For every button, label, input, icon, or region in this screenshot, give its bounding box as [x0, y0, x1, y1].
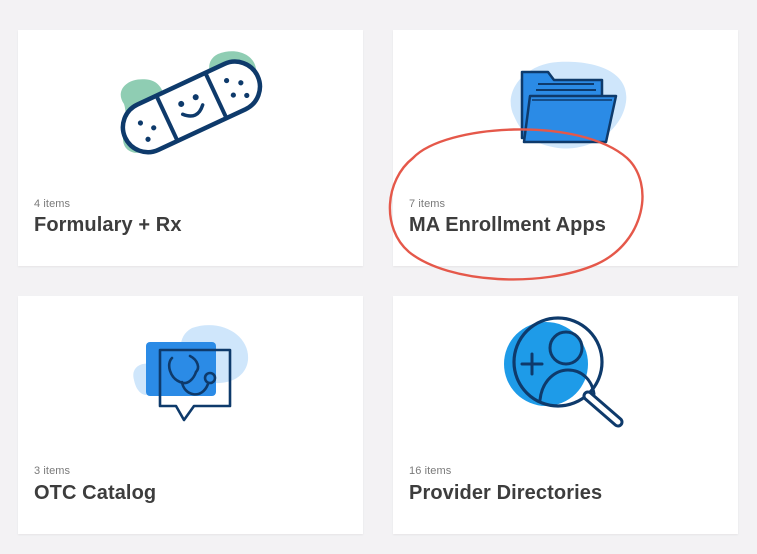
folder-icon	[510, 61, 626, 149]
category-card-formulary[interactable]: 4 items Formulary + Rx	[18, 30, 363, 266]
category-card-otc-catalog[interactable]: 3 items OTC Catalog	[18, 296, 363, 534]
item-count: 4 items	[34, 198, 71, 210]
bandage-icon	[120, 51, 262, 155]
category-card-provider-directories[interactable]: 16 items Provider Directories	[393, 296, 738, 534]
search-user-icon	[503, 316, 623, 428]
category-card-ma-enrollment[interactable]: 7 items MA Enrollment Apps	[393, 30, 738, 266]
item-count: 3 items	[34, 465, 71, 477]
card-title[interactable]: Provider Directories	[409, 482, 602, 505]
card-title[interactable]: Formulary + Rx	[34, 214, 182, 237]
card-title[interactable]: OTC Catalog	[34, 482, 156, 505]
stethoscope-chat-icon	[132, 325, 248, 422]
item-count: 7 items	[409, 198, 446, 210]
card-title[interactable]: MA Enrollment Apps	[409, 214, 606, 237]
item-count: 16 items	[409, 465, 452, 477]
